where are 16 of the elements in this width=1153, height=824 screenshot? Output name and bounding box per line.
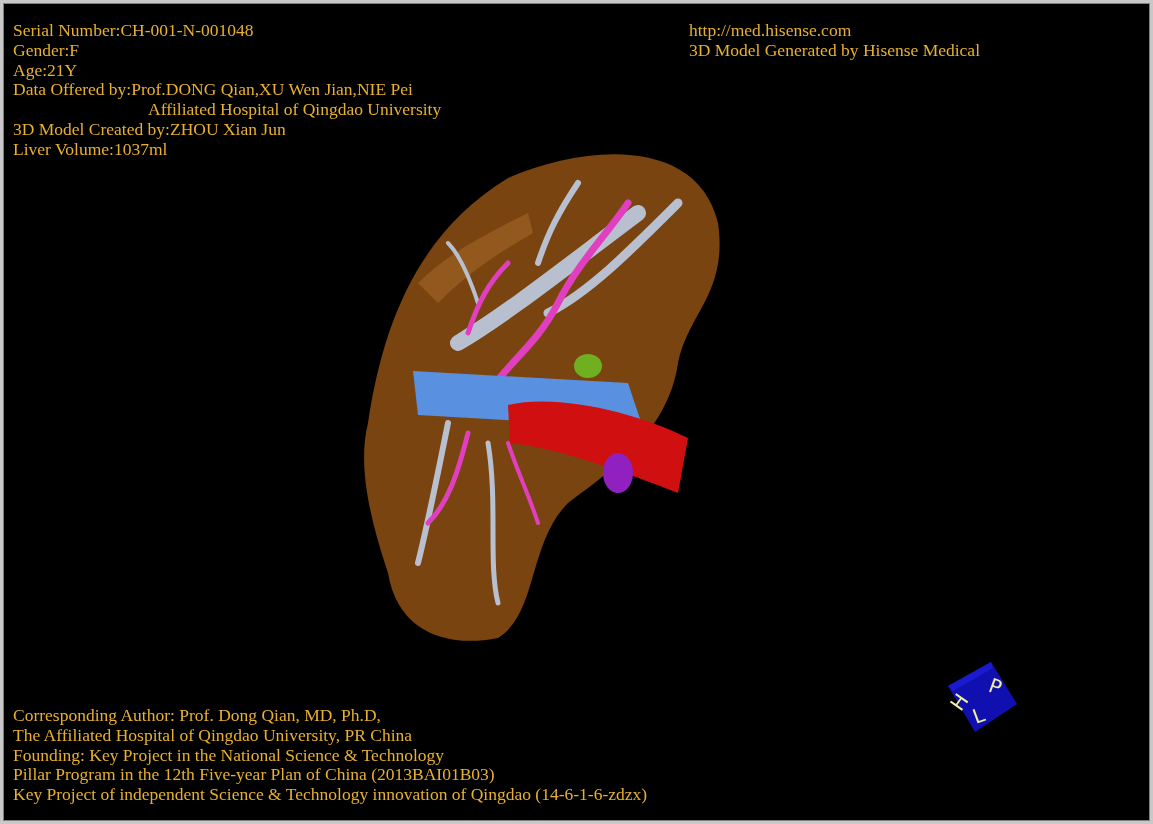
info-text: http://med.hisense.com bbox=[688, 21, 852, 41]
info-text: Age:21Y bbox=[13, 60, 78, 81]
info-text: Liver Volume:1037ml bbox=[13, 139, 168, 160]
info-text: Affiliated Hospital of Qingdao University bbox=[147, 100, 442, 120]
cube-face-label: P bbox=[985, 673, 1006, 700]
info-text: 3D Model Generated by Hisense Medical bbox=[688, 40, 980, 61]
orientation-cube[interactable] bbox=[948, 662, 1017, 732]
credit-text: Founding: Key Project in the National Science & Technology bbox=[13, 745, 444, 766]
credit-text: The Affiliated Hospital of Qingdao University, PR China bbox=[13, 725, 413, 746]
credit-text: Pillar Program in the 12th Five-year Plan of China (2013BAI01B03) bbox=[13, 765, 495, 786]
info-text: Serial Number:CH-001-N-001048 bbox=[13, 21, 254, 41]
info-text: Data Offered by:Prof.DONG Qian,XU Wen Jian,NIE Pei bbox=[13, 80, 413, 101]
credit-text: Key Project of independent Science & Technology innovation of Qingdao (14-6-1-6-zdzx) bbox=[13, 785, 648, 805]
info-text: Gender:F bbox=[13, 40, 80, 61]
credit-text: Corresponding Author: Prof. Dong Qian, MD, Ph.D, bbox=[13, 706, 381, 726]
info-text: 3D Model Created by:ZHOU Xian Jun bbox=[13, 120, 286, 140]
